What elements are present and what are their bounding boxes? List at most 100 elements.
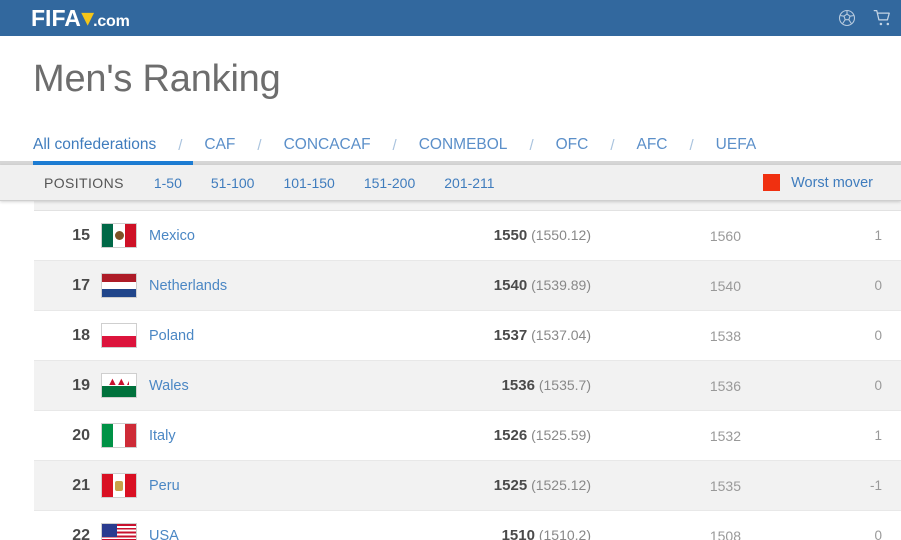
previous-points-cell: 1535: [709, 477, 741, 494]
rank-cell: 17: [72, 276, 90, 294]
table-row[interactable]: 15 Mexico 1550 (1550.12) 1560 1: [34, 211, 901, 261]
flag-cell: [101, 423, 141, 448]
positions-label: POSITIONS: [44, 174, 124, 191]
confederation-tabs: All confederations / CAF / CONCACAF / CO…: [0, 125, 901, 165]
table-row[interactable]: 19 ▲▲▲▲ Wales 1536 (1535.7) 1536 0: [34, 361, 901, 411]
cart-icon[interactable]: [873, 8, 893, 28]
points-exact: (1510.2): [538, 527, 591, 540]
rank-cell: 15: [72, 226, 90, 244]
football-icon[interactable]: [837, 8, 857, 28]
team-name[interactable]: Wales: [141, 378, 451, 394]
flag-cell: [101, 473, 141, 498]
rank-cell: 22: [72, 526, 90, 540]
points-value: 1537: [493, 327, 528, 344]
table-row[interactable]: 18 Poland 1537 (1537.04) 1538 0: [34, 311, 901, 361]
previous-points-cell: 1536: [709, 377, 741, 394]
tab-separator: /: [689, 136, 694, 154]
movement-cell: 0: [874, 328, 882, 343]
tab-separator: /: [178, 136, 183, 154]
team-name[interactable]: Mexico: [141, 228, 451, 244]
positions-bar: POSITIONS 1-50 51-100 101-150 151-200 20…: [0, 165, 901, 201]
tab-separator: /: [257, 136, 262, 154]
tab-concacaf[interactable]: CONCACAF: [284, 136, 371, 154]
worst-mover-swatch-icon: [763, 174, 781, 191]
previous-points-cell: 1532: [709, 427, 741, 444]
flag-usa-icon: [101, 523, 137, 540]
worst-mover-legend[interactable]: Worst mover: [763, 174, 873, 191]
movement-cell: 0: [874, 528, 882, 540]
position-range-201-211[interactable]: 201-211: [444, 175, 494, 191]
previous-points-cell: 1508: [709, 527, 741, 540]
flag-wales-icon: ▲▲▲▲: [101, 373, 137, 398]
team-name[interactable]: Peru: [141, 478, 451, 494]
position-range-1-50[interactable]: 1-50: [154, 175, 182, 191]
tab-separator: /: [529, 136, 534, 154]
rank-cell: 18: [72, 326, 90, 344]
flag-cell: [101, 273, 141, 298]
table-row[interactable]: 22 USA 1510 (1510.2) 1508 0: [34, 511, 901, 540]
table-row[interactable]: 20 Italy 1526 (1525.59) 1532 1: [34, 411, 901, 461]
flag-cell: ▲▲▲▲: [101, 373, 141, 398]
ranking-table[interactable]: 15 Mexico 1550 (1550.12) 1560 1 17 Nethe…: [0, 201, 901, 540]
position-range-51-100[interactable]: 51-100: [211, 175, 255, 191]
points-value: 1526: [493, 427, 528, 444]
rank-cell: 21: [72, 476, 90, 494]
header-icon-group: [837, 0, 893, 36]
points-exact: (1525.59): [531, 427, 591, 443]
points-exact: (1535.7): [538, 377, 591, 393]
movement-cell: 1: [874, 428, 882, 443]
points-cell: 1537 (1537.04): [451, 327, 591, 344]
position-range-101-150[interactable]: 101-150: [283, 175, 334, 191]
movement-cell: 0: [874, 278, 882, 293]
points-value: 1550: [493, 227, 528, 244]
points-value: 1510: [501, 527, 535, 540]
tab-all-confederations[interactable]: All confederations: [33, 136, 156, 154]
tab-separator: /: [610, 136, 615, 154]
fifa-logo[interactable]: FIFA ▾ .com: [31, 3, 130, 31]
team-name[interactable]: USA: [141, 528, 451, 540]
previous-points-cell: 1538: [709, 327, 741, 344]
movement-cell: -1: [869, 478, 882, 493]
tab-caf[interactable]: CAF: [204, 136, 235, 154]
logo-comma-mark: ▾: [81, 3, 94, 30]
flag-cell: [101, 223, 141, 248]
tab-uefa[interactable]: UEFA: [716, 136, 756, 154]
points-cell: 1525 (1525.12): [451, 477, 591, 494]
flag-cell: [101, 523, 141, 540]
tab-afc[interactable]: AFC: [637, 136, 668, 154]
points-cell: 1526 (1525.59): [451, 427, 591, 444]
logo-com-text: .com: [93, 12, 130, 30]
tab-conmebol[interactable]: CONMEBOL: [419, 136, 508, 154]
movement-cell: 0: [874, 378, 882, 393]
tab-separator: /: [392, 136, 397, 154]
previous-points-cell: 1540: [709, 277, 741, 294]
table-row[interactable]: 17 Netherlands 1540 (1539.89) 1540 0: [34, 261, 901, 311]
team-name[interactable]: Poland: [141, 328, 451, 344]
position-range-151-200[interactable]: 151-200: [364, 175, 415, 191]
movement-cell: 1: [874, 228, 882, 243]
points-exact: (1539.89): [531, 277, 591, 293]
table-row[interactable]: 21 Peru 1525 (1525.12) 1535 -1: [34, 461, 901, 511]
flag-mexico-icon: [101, 223, 137, 248]
flag-cell: [101, 323, 141, 348]
points-cell: 1540 (1539.89): [451, 277, 591, 294]
page-title: Men's Ranking: [33, 58, 281, 100]
points-value: 1536: [501, 377, 535, 394]
points-value: 1525: [493, 477, 528, 494]
rank-cell: 19: [72, 376, 90, 394]
flag-peru-icon: [101, 473, 137, 498]
rank-cell: 20: [72, 426, 90, 444]
previous-points-cell: 1560: [709, 227, 741, 244]
table-scroll-clipped-row: [34, 201, 901, 211]
site-header: FIFA ▾ .com: [0, 0, 901, 36]
team-name[interactable]: Italy: [141, 428, 451, 444]
points-exact: (1537.04): [531, 327, 591, 343]
flag-poland-icon: [101, 323, 137, 348]
logo-fifa-text: FIFA: [31, 4, 81, 31]
worst-mover-label: Worst mover: [791, 174, 873, 191]
team-name[interactable]: Netherlands: [141, 278, 451, 294]
points-cell: 1536 (1535.7): [451, 377, 591, 394]
tab-ofc[interactable]: OFC: [556, 136, 589, 154]
flag-netherlands-icon: [101, 273, 137, 298]
flag-italy-icon: [101, 423, 137, 448]
